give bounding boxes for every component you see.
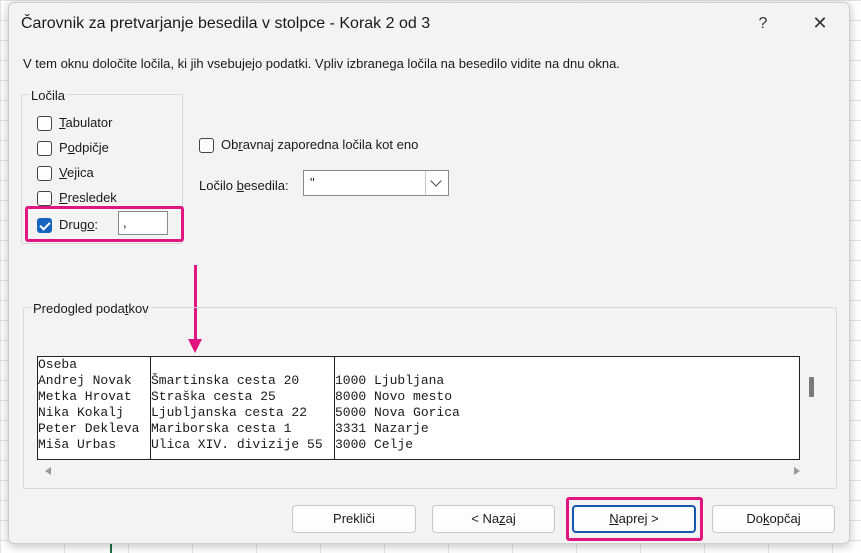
semicolon-label: Podpičje <box>59 140 109 155</box>
finish-button[interactable]: Dokopčaj <box>712 505 835 533</box>
comma-label: Vejica <box>59 165 94 180</box>
preview-vertical-scrollbar[interactable] <box>809 377 814 397</box>
cancel-button[interactable]: Prekliči <box>292 505 416 533</box>
preview-cell: Peter Dekleva <box>38 421 140 436</box>
preview-column-3[interactable]: 1000 Ljubljana 8000 Novo mesto 5000 Nova… <box>334 357 799 459</box>
preview-cell: Ulica XIV. divizije 55 <box>151 437 323 452</box>
consecutive-checkbox[interactable] <box>199 138 214 153</box>
preview-cell: Mariborska cesta 1 <box>151 421 292 436</box>
delimiters-group-label: Ločila <box>29 88 67 103</box>
next-button-highlight <box>566 497 703 541</box>
text-qualifier-select[interactable]: " <box>303 170 449 196</box>
scroll-right-icon[interactable] <box>794 467 800 475</box>
preview-column-2[interactable]: Šmartinska cesta 20 Straška cesta 25 Lju… <box>150 357 335 459</box>
other-delimiter-highlight <box>25 206 184 242</box>
preview-cell: 8000 Novo mesto <box>335 389 453 404</box>
back-button[interactable]: < Nazaj <box>432 505 555 533</box>
dialog-title: Čarovnik za pretvarjanje besedila v stol… <box>21 15 431 32</box>
comma-checkbox[interactable] <box>37 166 52 181</box>
space-label: Presledek <box>59 190 117 205</box>
preview-cell: Oseba <box>38 357 78 372</box>
preview-cell: Andrej Novak <box>38 373 132 388</box>
preview-cell: Nika Kokalj <box>38 405 124 420</box>
data-preview-label: Predogled podatkov <box>31 301 151 316</box>
consecutive-label: Obravnaj zaporedna ločila kot eno <box>221 137 419 152</box>
preview-horizontal-scrollbar[interactable] <box>37 463 800 479</box>
tab-label: Tabulator <box>59 115 113 130</box>
help-button[interactable]: ? <box>753 15 773 33</box>
semicolon-checkbox[interactable] <box>37 141 52 156</box>
preview-cell: Metka Hrovat <box>38 389 132 404</box>
preview-cell: Šmartinska cesta 20 <box>151 373 300 388</box>
preview-cell: 1000 Ljubljana <box>335 373 445 388</box>
dialog-description: V tem oknu določite ločila, ki jih vsebu… <box>23 56 620 71</box>
tab-checkbox[interactable] <box>37 116 52 131</box>
scroll-left-icon[interactable] <box>45 467 51 475</box>
space-checkbox[interactable] <box>37 191 52 206</box>
chevron-down-icon[interactable] <box>425 171 448 195</box>
preview-cell: 3000 Celje <box>335 437 414 452</box>
preview-column-1[interactable]: Oseba Andrej Novak Metka Hrovat Nika Kok… <box>38 357 150 459</box>
close-icon[interactable]: ✕ <box>809 13 831 34</box>
preview-cell <box>151 357 335 373</box>
preview-cell: 5000 Nova Gorica <box>335 405 460 420</box>
preview-cell: 3331 Nazarje <box>335 421 429 436</box>
data-preview-pane[interactable]: Oseba Andrej Novak Metka Hrovat Nika Kok… <box>37 356 800 460</box>
preview-cell: Miša Urbas <box>38 437 117 452</box>
text-qualifier-label: Ločilo besedila: <box>199 178 289 193</box>
preview-cell: Straška cesta 25 <box>151 389 276 404</box>
preview-cell: Ljubljanska cesta 22 <box>151 405 308 420</box>
text-qualifier-value: " <box>310 175 315 190</box>
preview-cell <box>335 357 799 373</box>
text-to-columns-dialog: Čarovnik za pretvarjanje besedila v stol… <box>8 2 850 544</box>
title-bar: Čarovnik za pretvarjanje besedila v stol… <box>9 3 849 47</box>
